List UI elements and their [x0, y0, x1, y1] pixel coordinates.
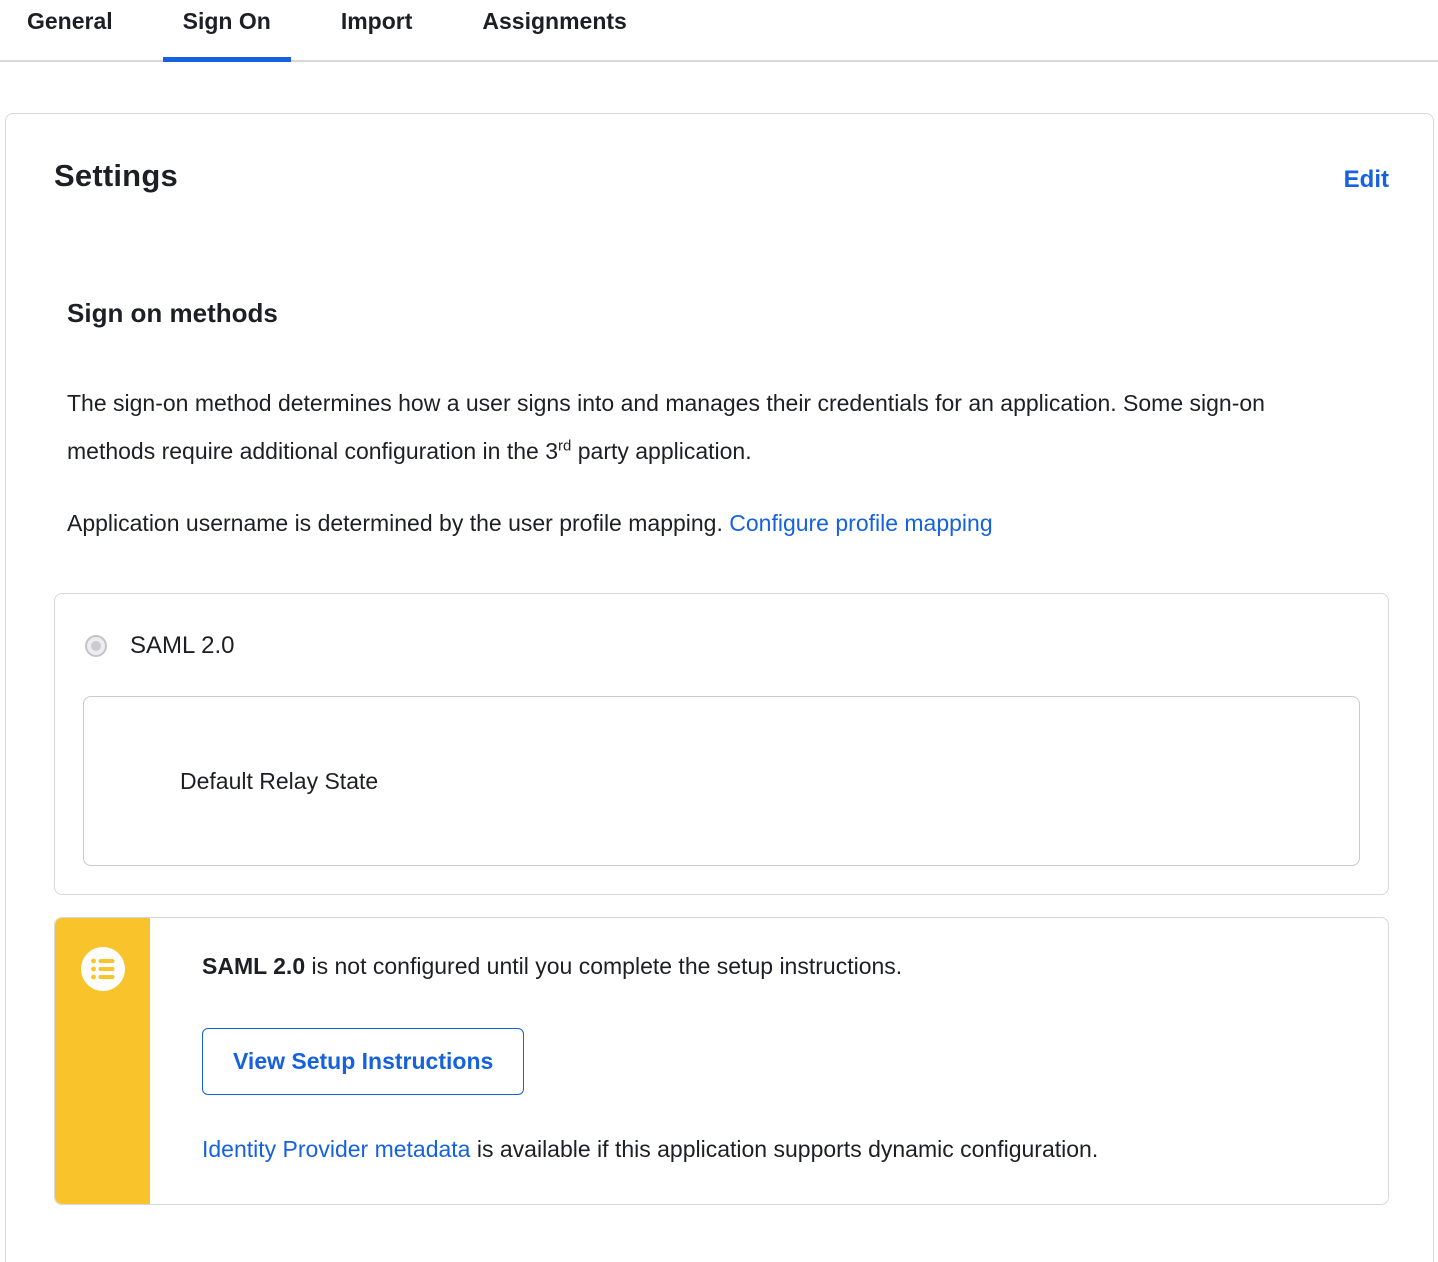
callout-warning-stripe	[55, 918, 150, 1204]
view-setup-instructions-button[interactable]: View Setup Instructions	[202, 1028, 525, 1095]
settings-card-header: Settings Edit	[54, 158, 1389, 194]
callout-message-rest: is not configured until you complete the…	[305, 953, 903, 979]
username-note-text: Application username is determined by th…	[67, 510, 730, 536]
tab-sign-on[interactable]: Sign On	[162, 0, 292, 62]
saml-radio-row: SAML 2.0	[83, 622, 1360, 664]
radio-dot	[91, 641, 101, 651]
description-superscript: rd	[558, 437, 572, 455]
list-icon	[80, 947, 125, 991]
description-text-part2: party application.	[571, 438, 752, 464]
callout-message: SAML 2.0 is not configured until you com…	[202, 950, 1348, 982]
saml-radio-label: SAML 2.0	[130, 632, 235, 659]
username-note: Application username is determined by th…	[67, 499, 1297, 547]
saml-setup-callout: SAML 2.0 is not configured until you com…	[54, 917, 1389, 1205]
settings-card: Settings Edit Sign on methods The sign-o…	[5, 113, 1434, 1262]
edit-link[interactable]: Edit	[1344, 166, 1389, 194]
configure-profile-mapping-link[interactable]: Configure profile mapping	[729, 510, 992, 536]
sign-on-method-description: The sign-on method determines how a user…	[67, 379, 1297, 475]
page-title: Settings	[54, 158, 178, 193]
tab-general[interactable]: General	[7, 0, 133, 60]
app-tab-bar: General Sign On Import Assignments	[0, 0, 1438, 62]
callout-message-bold: SAML 2.0	[202, 953, 306, 979]
metadata-note: Identity Provider metadata is available …	[202, 1133, 1348, 1165]
identity-provider-metadata-link[interactable]: Identity Provider metadata	[202, 1136, 470, 1162]
saml-option-box: SAML 2.0 Default Relay State	[54, 593, 1389, 895]
tab-assignments[interactable]: Assignments	[462, 0, 646, 60]
metadata-note-text: is available if this application support…	[470, 1136, 1099, 1162]
tab-import[interactable]: Import	[321, 0, 433, 60]
saml-radio-button[interactable]	[85, 635, 107, 657]
sign-on-methods-heading: Sign on methods	[67, 298, 278, 328]
sign-on-methods-section: Sign on methods The sign-on method deter…	[67, 298, 1389, 547]
default-relay-state-label: Default Relay State	[180, 767, 379, 794]
default-relay-state-field: Default Relay State	[83, 696, 1360, 866]
callout-content: SAML 2.0 is not configured until you com…	[150, 918, 1388, 1204]
